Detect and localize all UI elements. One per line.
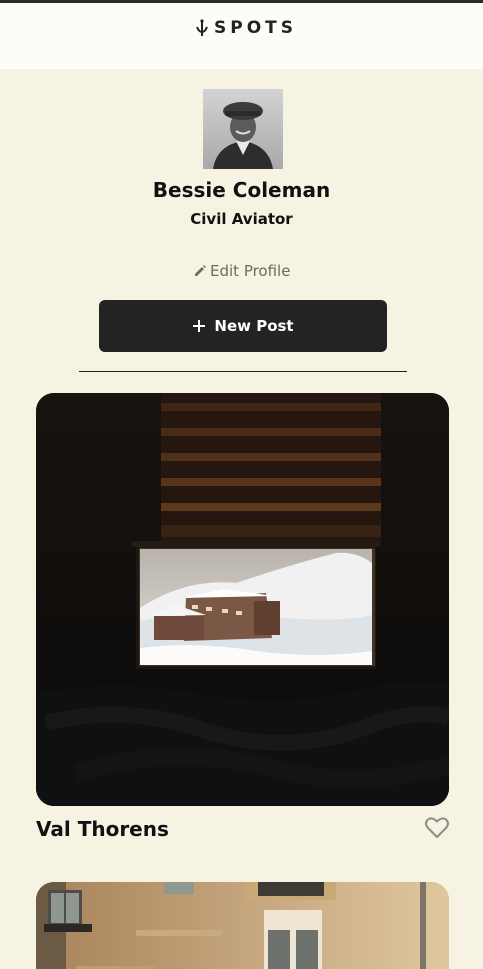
- like-button[interactable]: [424, 816, 450, 840]
- new-post-button[interactable]: New Post: [99, 300, 387, 352]
- new-post-label: New Post: [214, 317, 294, 335]
- avatar-photo: [203, 89, 283, 169]
- post-title: Val Thorens: [36, 817, 169, 841]
- heart-outline-icon: [425, 817, 449, 838]
- edit-profile-label: Edit Profile: [210, 262, 291, 280]
- edit-profile-button[interactable]: Edit Profile: [193, 260, 290, 282]
- post-image[interactable]: [36, 393, 449, 806]
- app-logo[interactable]: SPOTS: [196, 17, 297, 39]
- section-divider: [79, 371, 407, 372]
- pencil-icon: [195, 265, 206, 276]
- app-header: SPOTS: [0, 3, 483, 69]
- post-image[interactable]: [36, 882, 449, 969]
- profile-page: SPOTS Bessie Coleman Civil Aviator Edit …: [0, 0, 483, 969]
- sprout-icon: [196, 19, 208, 36]
- avatar: [203, 89, 283, 169]
- profile-name: Bessie Coleman: [152, 178, 331, 202]
- profile-role: Civil Aviator: [190, 210, 293, 228]
- post-photo: [36, 882, 449, 969]
- logo-text: SPOTS: [214, 18, 297, 38]
- plus-icon: [193, 320, 206, 332]
- post-photo: [36, 393, 449, 806]
